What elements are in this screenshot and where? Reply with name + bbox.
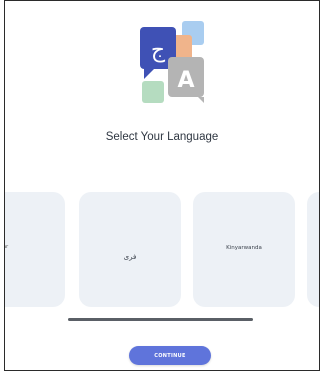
carousel-scrollbar[interactable] xyxy=(68,318,253,321)
page-title: Select Your Language xyxy=(105,131,219,143)
svg-text:ج: ج xyxy=(151,38,166,63)
language-card-persian[interactable]: فری xyxy=(79,192,181,307)
continue-button[interactable]: CONTINUE xyxy=(129,346,211,365)
language-card-next[interactable] xyxy=(307,192,319,307)
language-carousel[interactable]: ar فری Kinyarwanda xyxy=(5,192,319,308)
language-logo-icon: ج A xyxy=(140,21,204,103)
language-card-arabic[interactable]: ar xyxy=(5,192,65,307)
language-label: فری xyxy=(123,252,137,261)
language-card-kinyarwanda[interactable]: Kinyarwanda xyxy=(193,192,295,307)
app-screen: ج A Select Your Language ar فری Kinyarwa… xyxy=(4,0,320,371)
language-label: ar xyxy=(5,244,9,250)
language-label: Kinyarwanda xyxy=(226,244,262,251)
svg-text:A: A xyxy=(177,68,194,93)
